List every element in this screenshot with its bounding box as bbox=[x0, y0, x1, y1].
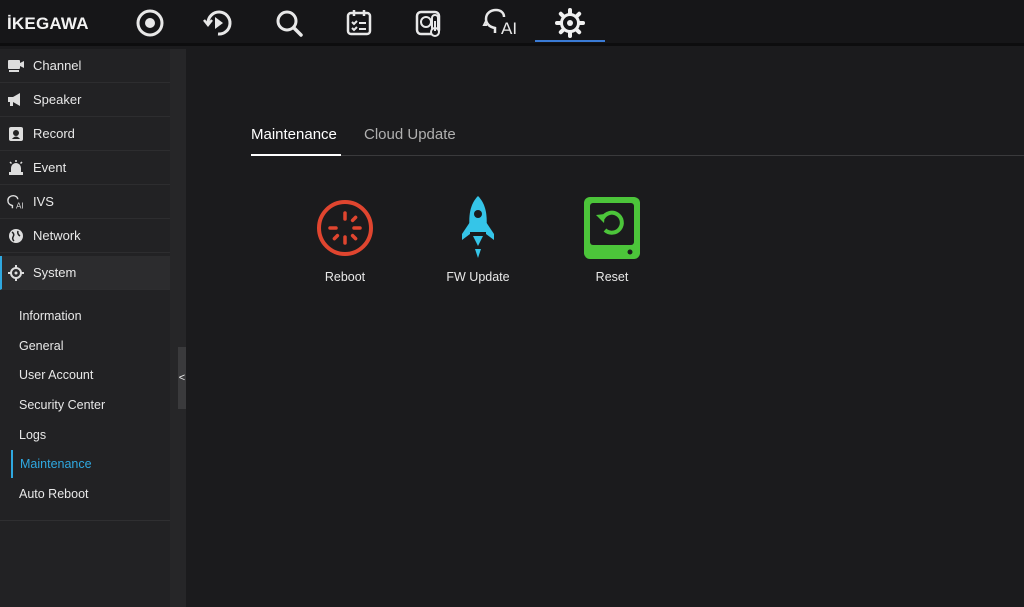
calendar-schedule-icon[interactable] bbox=[339, 5, 379, 41]
sidebar-item-label: System bbox=[33, 265, 77, 280]
globe-icon bbox=[7, 227, 25, 245]
sub-item-auto-reboot[interactable]: Auto Reboot bbox=[0, 480, 170, 508]
sidebar-item-label: IVS bbox=[33, 194, 54, 209]
sidebar-item-event[interactable]: Event bbox=[0, 151, 170, 185]
sub-item-label: Auto Reboot bbox=[19, 487, 89, 501]
chevron-left-icon: < bbox=[178, 372, 186, 384]
reset-button[interactable]: Reset bbox=[557, 194, 667, 284]
tab-maintenance[interactable]: Maintenance bbox=[251, 126, 337, 143]
sidebar-item-label: Event bbox=[33, 160, 67, 175]
sub-item-label: General bbox=[19, 339, 64, 353]
fw-update-label: FW Update bbox=[446, 270, 510, 284]
sidebar-item-speaker[interactable]: Speaker bbox=[0, 83, 170, 117]
sidebar-item-label: Speaker bbox=[33, 92, 82, 107]
top-nav-bar: İKEGAWA AI bbox=[0, 0, 1024, 46]
tabs-divider bbox=[251, 155, 1024, 156]
alarm-icon bbox=[7, 159, 25, 177]
sidebar-item-record[interactable]: Record bbox=[0, 117, 170, 151]
sub-item-label: User Account bbox=[19, 368, 94, 382]
reboot-button[interactable]: Reboot bbox=[290, 194, 400, 284]
playback-icon[interactable] bbox=[198, 5, 238, 41]
settings-gear-icon[interactable] bbox=[550, 5, 590, 41]
sub-item-logs[interactable]: Logs bbox=[0, 421, 170, 449]
search-icon[interactable] bbox=[269, 5, 309, 41]
sidebar-collapse-button[interactable]: < bbox=[178, 347, 186, 409]
svg-text:AI: AI bbox=[501, 19, 517, 38]
sub-item-label: Logs bbox=[19, 428, 47, 442]
sub-item-user-account[interactable]: User Account bbox=[0, 361, 170, 389]
sidebar-item-label: Record bbox=[33, 126, 75, 141]
thermal-icon[interactable] bbox=[409, 5, 449, 41]
brand-logo: İKEGAWA bbox=[7, 14, 89, 33]
sub-item-label: Security Center bbox=[19, 398, 106, 412]
gear-icon bbox=[7, 264, 25, 282]
rocket-icon bbox=[462, 196, 494, 258]
tab-cloud-update[interactable]: Cloud Update bbox=[364, 126, 456, 143]
sub-item-label: Information bbox=[19, 309, 82, 323]
sub-item-label: Maintenance bbox=[20, 457, 92, 471]
sidebar-item-network[interactable]: Network bbox=[0, 219, 170, 253]
sub-item-general[interactable]: General bbox=[0, 332, 170, 360]
megaphone-icon bbox=[7, 91, 25, 109]
reboot-label: Reboot bbox=[324, 270, 366, 284]
sidebar-divider bbox=[0, 520, 178, 521]
fw-update-button[interactable]: FW Update bbox=[423, 194, 533, 284]
reboot-icon bbox=[317, 200, 373, 256]
reset-label: Reset bbox=[595, 270, 629, 284]
live-view-icon[interactable] bbox=[130, 5, 170, 41]
svg-text:AI: AI bbox=[16, 201, 24, 210]
sidebar-item-ivs[interactable]: AI IVS bbox=[0, 185, 170, 219]
top-nav-active-indicator bbox=[535, 40, 605, 42]
sidebar-item-system[interactable]: System bbox=[0, 256, 170, 290]
sub-item-security-center[interactable]: Security Center bbox=[0, 391, 170, 419]
camera-icon bbox=[7, 57, 25, 75]
ai-icon[interactable]: AI bbox=[479, 5, 523, 41]
sidebar-item-channel[interactable]: Channel bbox=[0, 49, 170, 83]
ai-head-icon: AI bbox=[7, 193, 25, 211]
sidebar-edge bbox=[170, 49, 186, 607]
sub-item-information[interactable]: Information bbox=[0, 302, 170, 330]
tab-active-indicator bbox=[251, 154, 341, 156]
record-icon bbox=[7, 125, 25, 143]
sidebar-item-label: Channel bbox=[33, 58, 82, 73]
sidebar: Channel Speaker Record Event AI IVS Netw… bbox=[0, 49, 178, 607]
reset-icon bbox=[584, 197, 640, 259]
sidebar-item-label: Network bbox=[33, 228, 81, 243]
sub-item-maintenance[interactable]: Maintenance bbox=[0, 450, 170, 478]
